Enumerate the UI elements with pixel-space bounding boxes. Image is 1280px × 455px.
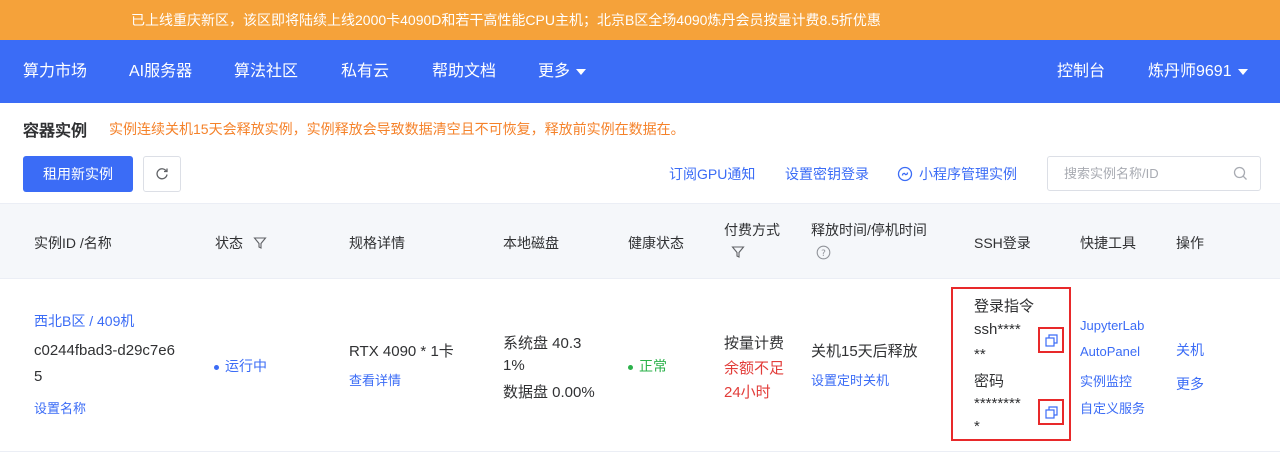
spec-detail-link[interactable]: 查看详情 <box>349 370 401 389</box>
header-disk: 本地磁盘 <box>503 235 559 251</box>
header-status-label: 状态 <box>215 235 243 251</box>
data-disk-usage: 数据盘 0.00% <box>503 384 595 401</box>
announcement-text: 已上线重庆新区，该区即将陆续上线2000卡4090D和若干高性能CPU主机；北京… <box>131 12 881 28</box>
status-badge: 运行中 <box>214 356 267 376</box>
search-icon[interactable] <box>1233 166 1248 181</box>
help-icon[interactable]: ? <box>816 245 831 260</box>
row-divider <box>0 451 1280 452</box>
set-name-link[interactable]: 设置名称 <box>34 398 86 417</box>
release-warning: 实例连续关机15天会释放实例，实例释放会导致数据清空且不可恢复，释放前实例在数据… <box>109 121 685 137</box>
nav-item-market[interactable]: 算力市场 <box>23 40 87 103</box>
miniapp-icon <box>897 166 913 182</box>
header-tools: 快捷工具 <box>1080 235 1136 251</box>
top-nav: 算力市场 AI服务器 算法社区 私有云 帮助文档 更多 控制台 炼丹师9691 <box>0 40 1280 103</box>
nav-item-community[interactable]: 算法社区 <box>234 40 298 103</box>
search-box <box>1047 156 1261 191</box>
set-key-login-link[interactable]: 设置密钥登录 <box>785 164 869 184</box>
spec-text: RTX 4090 * 1卡 <box>349 343 454 360</box>
ssh-command-line1: ssh**** <box>974 321 1021 338</box>
nav-user-menu[interactable]: 炼丹师9691 <box>1148 40 1248 103</box>
header-ops: 操作 <box>1176 235 1204 251</box>
nav-console[interactable]: 控制台 <box>1057 40 1105 103</box>
shutdown-button[interactable]: 关机 <box>1176 340 1204 360</box>
copy-icon <box>1044 405 1058 419</box>
header-spec: 规格详情 <box>349 235 405 251</box>
instance-id-line2: 5 <box>34 368 43 385</box>
balance-warning-line2: 24小时 <box>724 384 771 401</box>
tool-autopanel-link[interactable]: AutoPanel <box>1080 344 1140 359</box>
chevron-down-icon <box>1237 68 1248 75</box>
nav-item-more[interactable]: 更多 <box>538 40 587 103</box>
tool-custom-service-link[interactable]: 自定义服务 <box>1080 398 1145 417</box>
ssh-password-line1: ******** <box>974 395 1021 412</box>
ssh-password-line2: * <box>974 418 980 435</box>
search-input[interactable] <box>1048 157 1228 190</box>
user-name: 炼丹师9691 <box>1148 63 1232 80</box>
billing-type: 按量计费 <box>724 335 785 352</box>
header-id-name: 实例ID /名称 <box>34 235 112 251</box>
nav-item-ai-server[interactable]: AI服务器 <box>129 40 192 103</box>
nav-item-docs[interactable]: 帮助文档 <box>432 40 496 103</box>
status-text: 运行中 <box>225 358 267 374</box>
page-header: 容器实例 实例连续关机15天会释放实例，实例释放会导致数据清空且不可恢复，释放前… <box>23 117 685 141</box>
system-disk-line1: 系统盘 40.3 <box>503 335 582 352</box>
health-text: 正常 <box>639 358 667 374</box>
header-health: 健康状态 <box>628 235 684 251</box>
nav-item-private-cloud[interactable]: 私有云 <box>341 40 389 103</box>
system-disk-line2: 1% <box>503 357 525 374</box>
more-actions-button[interactable]: 更多 <box>1176 374 1204 394</box>
announcement-banner: 已上线重庆新区，该区即将陆续上线2000卡4090D和若干高性能CPU主机；北京… <box>0 0 1280 40</box>
header-ssh: SSH登录 <box>974 235 1031 251</box>
ssh-command-line2: ** <box>974 346 986 363</box>
rent-new-instance-button[interactable]: 租用新实例 <box>23 156 133 192</box>
table-header: 实例ID /名称 状态 规格详情 本地磁盘 健康状态 付费方式 释放时间/停机时… <box>0 203 1280 279</box>
header-release-time: 释放时间/停机时间 <box>811 222 927 238</box>
status-dot <box>214 364 219 370</box>
instance-region-link[interactable]: 西北B区 / 409机 <box>34 311 134 331</box>
filter-icon[interactable] <box>253 236 267 250</box>
nav-more-label: 更多 <box>538 63 571 80</box>
copy-ssh-password-button[interactable] <box>1038 399 1064 425</box>
svg-text:?: ? <box>821 249 826 259</box>
ssh-password-label: 密码 <box>974 373 1005 390</box>
instance-id-line1: c0244fbad3-d29c7e6 <box>34 342 175 359</box>
balance-warning-line1: 余额不足 <box>724 360 785 377</box>
filter-icon[interactable] <box>731 245 745 259</box>
refresh-icon <box>156 168 168 180</box>
schedule-shutdown-link[interactable]: 设置定时关机 <box>811 370 889 389</box>
refresh-button[interactable] <box>143 156 181 192</box>
tool-jupyterlab-link[interactable]: JupyterLab <box>1080 318 1144 333</box>
health-dot <box>628 364 633 370</box>
page-title: 容器实例 <box>23 123 88 140</box>
health-badge: 正常 <box>628 356 667 376</box>
miniapp-manage-link[interactable]: 小程序管理实例 <box>897 164 1017 184</box>
header-billing: 付费方式 <box>724 222 780 238</box>
ssh-command-label: 登录指令 <box>974 298 1035 315</box>
copy-ssh-command-button[interactable] <box>1038 327 1064 353</box>
header-status: 状态 <box>215 233 267 253</box>
tool-monitor-link[interactable]: 实例监控 <box>1080 371 1132 390</box>
copy-icon <box>1044 333 1058 347</box>
subscribe-gpu-link[interactable]: 订阅GPU通知 <box>669 164 755 184</box>
release-policy: 关机15天后释放 <box>811 343 918 360</box>
chevron-down-icon <box>576 68 587 75</box>
miniapp-label: 小程序管理实例 <box>919 166 1017 182</box>
